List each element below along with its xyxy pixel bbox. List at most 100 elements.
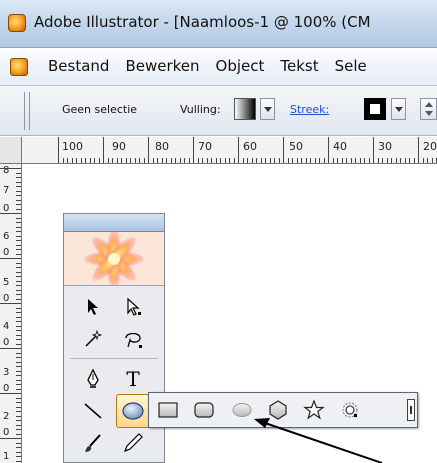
ruler-label: 0: [3, 427, 10, 438]
ruler-tick: [395, 158, 397, 163]
ruler-tick: [206, 158, 208, 163]
ellipse-tool[interactable]: [116, 394, 150, 428]
ellipse-tool-option[interactable]: [229, 397, 255, 423]
control-bar-grip[interactable]: [24, 92, 30, 130]
ruler-tick: [278, 158, 280, 163]
ruler-label: 4: [3, 321, 10, 332]
ruler-label: 100: [62, 140, 83, 153]
ruler-tick: [16, 294, 21, 295]
ruler-tick: [0, 348, 21, 349]
ruler-tick: [314, 158, 316, 163]
pencil-icon: [123, 433, 143, 453]
stroke-swatch[interactable]: [364, 98, 386, 120]
ruler-tick: [0, 393, 21, 394]
shape-tools-flyout: [148, 392, 418, 428]
magic-wand-tool[interactable]: [76, 322, 110, 356]
menu-selecteren[interactable]: Sele: [327, 57, 375, 75]
ellipse-icon: [122, 402, 144, 420]
ruler-tick: [67, 158, 68, 163]
line-tool[interactable]: [76, 394, 110, 428]
selection-tool[interactable]: [76, 290, 110, 324]
ruler-tick: [76, 158, 77, 163]
ruler-tick: [16, 285, 21, 286]
lasso-tool[interactable]: [116, 322, 150, 356]
ruler-label: 7: [3, 185, 10, 196]
vertical-ruler[interactable]: 8 7 0 6 0 5 0 4 0 3 0 2 0 1: [0, 164, 22, 463]
ruler-label: 60: [243, 140, 257, 153]
menu-object[interactable]: Object: [208, 57, 273, 75]
ruler-tick: [16, 217, 21, 219]
star-tool[interactable]: [301, 397, 327, 423]
ruler-tick: [16, 370, 21, 372]
ruler-tick: [427, 158, 428, 163]
fill-dropdown[interactable]: [260, 98, 275, 120]
ruler-tick: [184, 158, 185, 163]
ruler-tick: [16, 177, 21, 178]
ruler-tick: [16, 397, 21, 399]
polygon-tool[interactable]: [265, 397, 291, 423]
ruler-tick: [193, 137, 194, 163]
control-bar: Geen selectie Vulling: Streek:: [0, 86, 437, 136]
direct-selection-tool[interactable]: [116, 290, 150, 324]
tool-separator: [70, 358, 158, 359]
ruler-label: 1: [3, 451, 10, 462]
ruler-tick: [247, 158, 248, 163]
menu-tekst[interactable]: Tekst: [272, 57, 326, 75]
tools-panel-header[interactable]: [64, 214, 164, 232]
ruler-tick: [166, 158, 167, 163]
ruler-tick: [94, 158, 95, 163]
stroke-weight-stepper[interactable]: [420, 98, 437, 120]
ruler-tick: [292, 158, 293, 163]
ruler-tick: [16, 316, 21, 318]
type-tool[interactable]: T: [116, 362, 150, 396]
ruler-tick: [16, 249, 21, 250]
illustrator-app-icon[interactable]: [8, 14, 26, 32]
rectangle-tool[interactable]: [155, 397, 181, 423]
ruler-tick: [148, 137, 149, 163]
star-icon: [303, 399, 325, 420]
ruler-tick: [116, 158, 118, 163]
rounded-rectangle-tool[interactable]: [191, 397, 217, 423]
ruler-tick: [89, 158, 91, 163]
ruler-tick: [16, 384, 21, 385]
ruler-tick: [16, 433, 21, 435]
ruler-tick: [107, 158, 109, 163]
ruler-tick: [337, 158, 338, 163]
flare-tool[interactable]: [337, 397, 363, 423]
pen-tool[interactable]: [76, 362, 110, 396]
ruler-tick: [224, 158, 226, 163]
ruler-tick: [296, 158, 298, 163]
type-icon: T: [126, 367, 140, 391]
stroke-dropdown[interactable]: [391, 98, 406, 120]
tearoff-bar[interactable]: [407, 399, 415, 421]
fill-swatch[interactable]: [234, 98, 256, 120]
black-arrow-icon: [88, 299, 98, 315]
ruler-tick: [0, 438, 21, 439]
menu-bestand[interactable]: Bestand: [40, 57, 117, 75]
ruler-tick: [350, 158, 352, 163]
ruler-tick: [16, 271, 21, 273]
ruler-tick: [16, 451, 21, 453]
ruler-origin[interactable]: [0, 137, 22, 164]
document-menu-icon[interactable]: [10, 58, 28, 76]
ruler-tick: [16, 343, 21, 345]
ruler-tick: [16, 190, 21, 192]
ruler-tick: [175, 158, 176, 163]
ruler-tick: [310, 158, 311, 163]
pencil-tool[interactable]: [116, 426, 150, 460]
rectangle-icon: [158, 402, 178, 418]
ruler-tick: [188, 158, 190, 163]
ruler-tick: [409, 158, 410, 163]
ruler-tick: [143, 158, 145, 163]
horizontal-ruler[interactable]: 100 90 80 70 60 50 40 30 20: [0, 137, 437, 164]
ruler-tick: [260, 158, 262, 163]
stroke-label-link[interactable]: Streek:: [290, 103, 329, 116]
paintbrush-tool[interactable]: [76, 426, 110, 460]
ruler-tick: [404, 158, 406, 163]
menu-bewerken[interactable]: Bewerken: [117, 57, 207, 75]
ruler-label: 50: [289, 140, 303, 153]
ruler-tick: [386, 158, 388, 163]
ruler-tick: [16, 253, 21, 255]
ruler-tick: [16, 379, 21, 381]
ruler-tick: [238, 137, 239, 163]
